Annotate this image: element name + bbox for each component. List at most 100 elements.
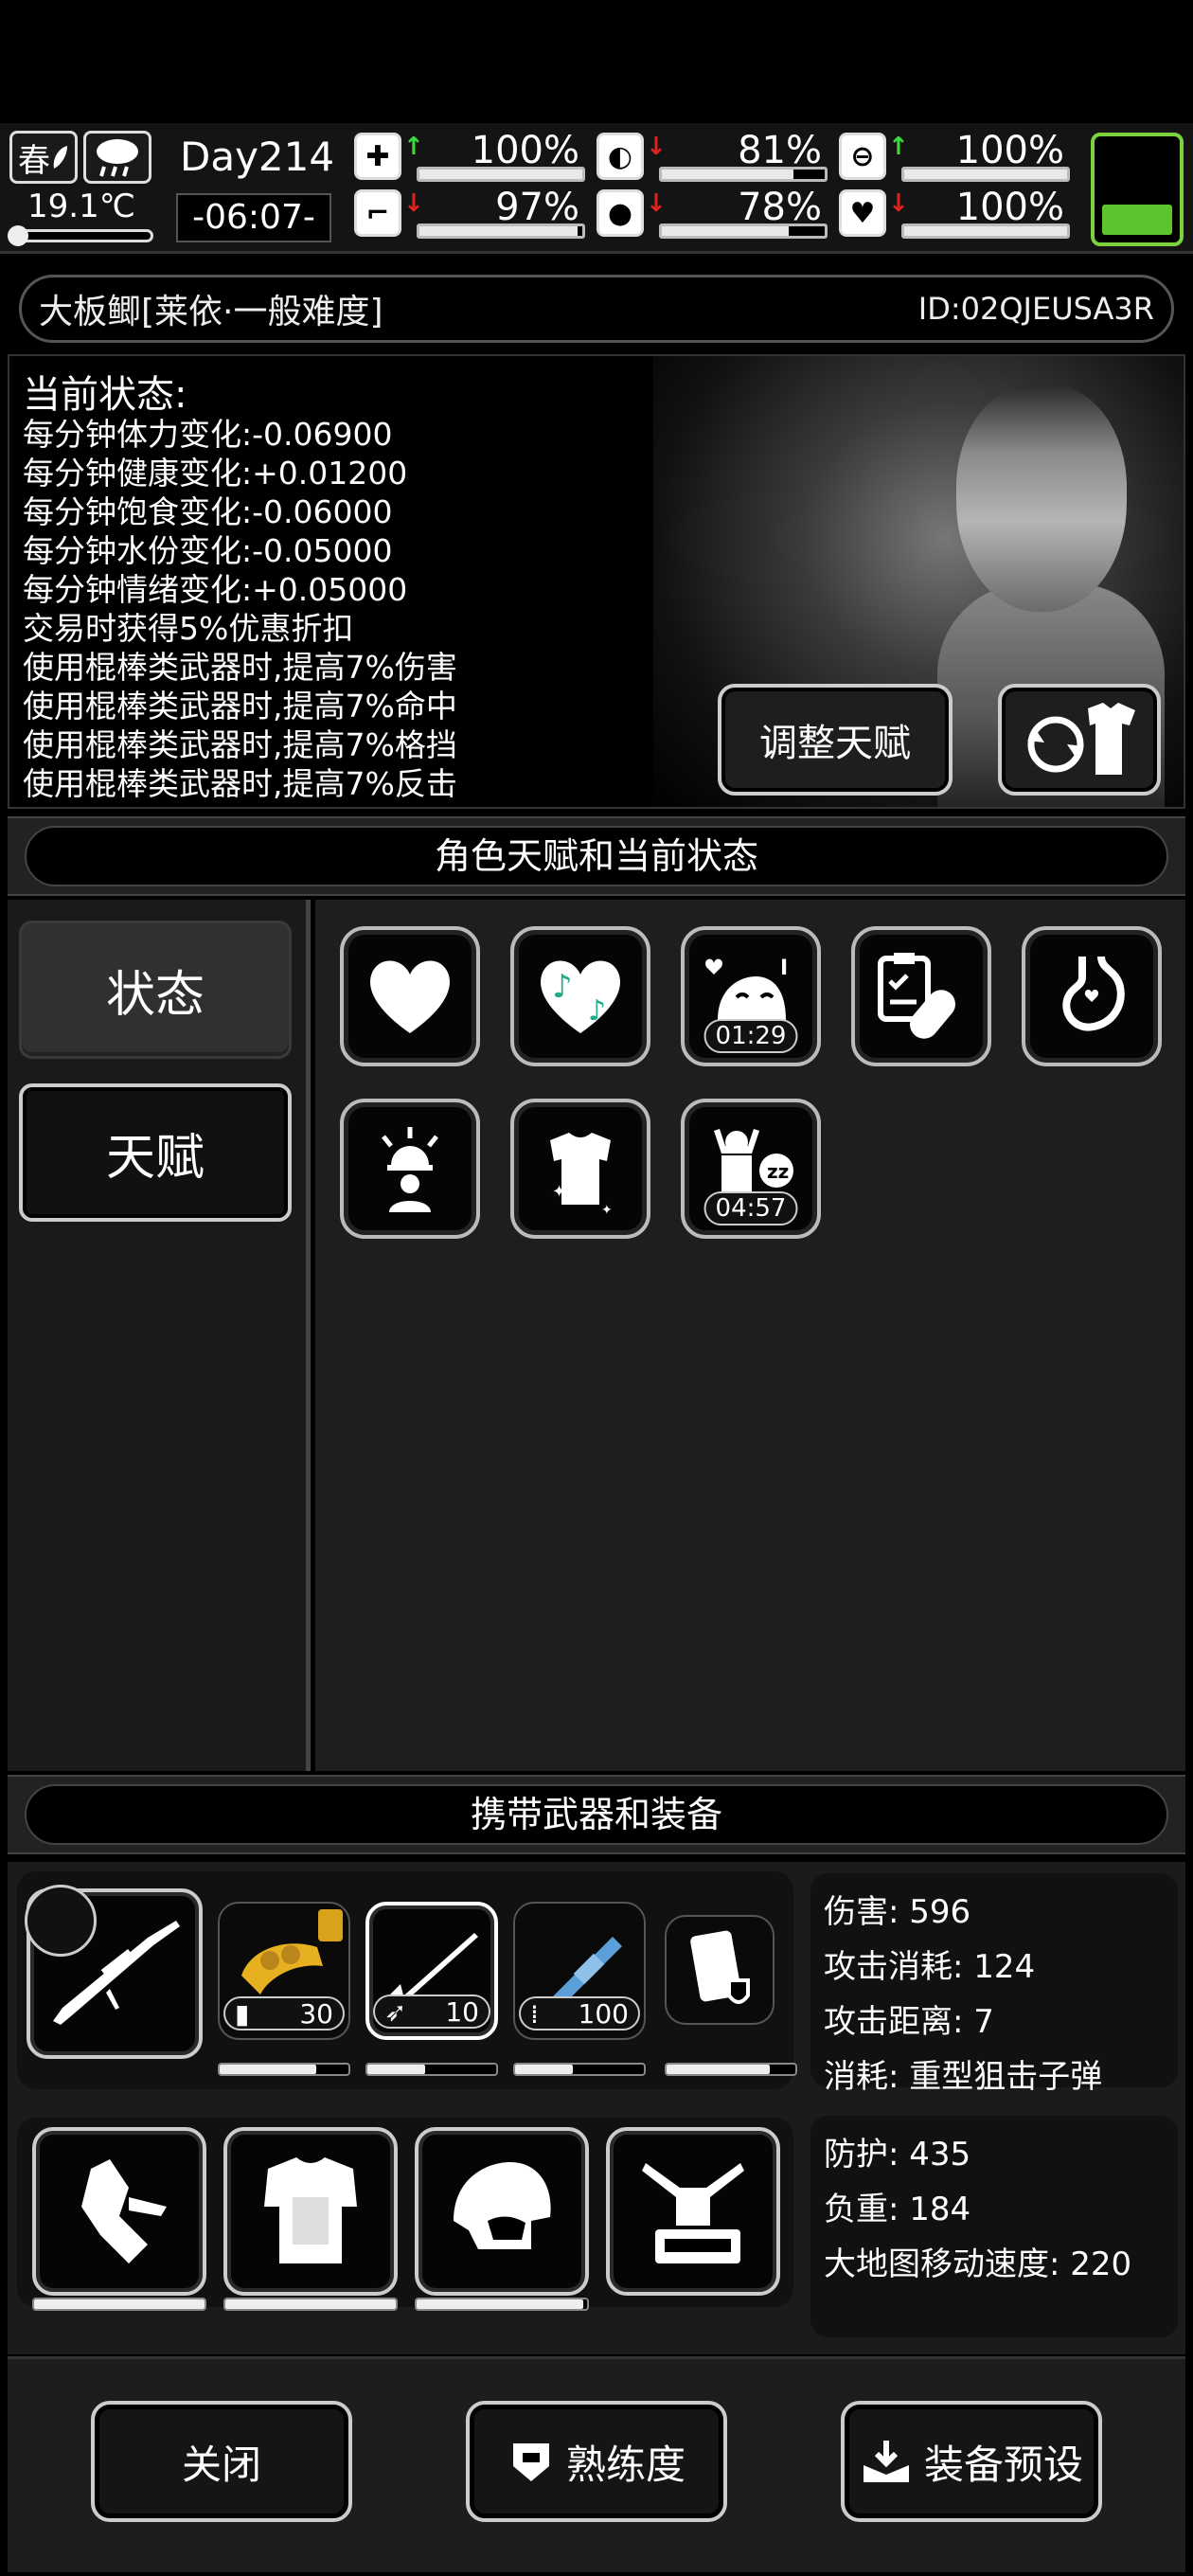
stat-stamina-bar: [417, 224, 585, 239]
weapon-slot-shield[interactable]: [665, 1915, 775, 2025]
stat-health: ✚ ↑ 100%: [354, 129, 585, 182]
foot-icon: ⌐: [354, 189, 401, 237]
ammo-count-value: 100: [578, 1997, 629, 2030]
durability-bar: [365, 2063, 498, 2076]
tab-status[interactable]: 状态: [19, 921, 292, 1059]
music-heart-icon[interactable]: ♪ ♪: [510, 926, 650, 1066]
stat-mood: ⊖ ↑ 100%: [839, 129, 1070, 182]
season-indicator: 春: [9, 131, 78, 184]
weapon-slots: ▮ 30 ➶ 10 ⁞ 100: [17, 1871, 797, 2089]
alarm-person-icon[interactable]: [340, 1099, 480, 1239]
attack-range-stat: 攻击距离: 7: [824, 2003, 994, 2041]
battery-icon: [1091, 133, 1184, 246]
medicine-icon[interactable]: [851, 926, 991, 1066]
ammo-count: ⁞ 100: [519, 1996, 640, 2030]
bullets-icon: ⁞: [530, 1997, 539, 2030]
character-name: 大板鲫[莱依·一般难度]: [39, 293, 383, 331]
talent-section-title: 角色天赋和当前状态: [25, 826, 1168, 886]
character-id: ID:02QJEUSA3R: [917, 291, 1154, 327]
stat-health-bar: [417, 167, 585, 182]
stomach-icon[interactable]: [1022, 926, 1162, 1066]
status-line: 使用棍棒类武器时,提高7%反击: [23, 765, 457, 802]
status-line: 交易时获得5%优惠折扣: [23, 610, 354, 647]
helmet-icon: [454, 2162, 551, 2249]
sleep-person-icon[interactable]: zz 04:57: [681, 1099, 821, 1239]
badge-icon: [318, 1909, 343, 1941]
durability-bar: [223, 2298, 398, 2311]
stomach-icon: ◐: [596, 133, 644, 180]
armor-slot-gloves[interactable]: [32, 2127, 206, 2296]
arrow-down-icon: ↓: [403, 189, 424, 218]
body-armor-icon: [264, 2157, 357, 2263]
clean-shirt-icon[interactable]: ✦ ✦: [510, 1099, 650, 1239]
download-box-icon: [863, 2441, 909, 2482]
change-outfit-button[interactable]: [998, 684, 1161, 796]
durability-bar: [513, 2063, 646, 2076]
stat-water-bar: [659, 224, 828, 239]
armor-slot-body[interactable]: [223, 2127, 398, 2296]
arrow-up-icon: ↑: [403, 133, 424, 161]
map-speed-stat: 大地图移动速度: 220: [824, 2245, 1132, 2283]
armor-slots: [17, 2118, 793, 2311]
happy-face-icon[interactable]: I 01:29: [681, 926, 821, 1066]
weapon-slot-minigun[interactable]: ⁞ 100: [513, 1902, 646, 2040]
status-line: 使用棍棒类武器时,提高7%命中: [23, 688, 457, 724]
armor-slot-helmet[interactable]: [415, 2127, 589, 2296]
svg-text:I: I: [780, 957, 788, 980]
armor-slot-backpack[interactable]: [606, 2127, 780, 2296]
durability-bar: [32, 2298, 206, 2311]
defense-stat: 防护: 435: [824, 2136, 971, 2174]
load-stat: 负重: 184: [824, 2191, 971, 2228]
water-drop-icon: ●: [596, 189, 644, 237]
talent-section-header: 角色天赋和当前状态: [8, 816, 1185, 896]
damage-stat: 伤害: 596: [824, 1893, 971, 1931]
weapon-info: 伤害: 596 攻击消耗: 124 攻击距离: 7 消耗: 重型狙击子弹: [810, 1873, 1178, 2096]
ammo-count-value: 30: [299, 1997, 333, 2030]
rain-cloud-icon: [83, 131, 151, 184]
stat-water: ● ↓ 78%: [596, 186, 828, 239]
svg-text:zz: zz: [767, 1160, 789, 1183]
glove-icon: [81, 2159, 167, 2263]
day-counter: Day214: [180, 134, 335, 180]
medal-icon: [512, 2443, 549, 2481]
fire-mode-icon: [25, 1885, 97, 1957]
status-timer: 01:29: [703, 1019, 798, 1053]
durability-bar: [415, 2298, 589, 2311]
weapon-slot-spear[interactable]: ➶ 10: [365, 1902, 498, 2040]
stat-hunger-bar: [659, 167, 828, 182]
status-line: 每分钟情绪变化:+0.05000: [23, 571, 408, 608]
ammo-count: ▮ 30: [223, 1996, 345, 2030]
tab-talent[interactable]: 天赋: [19, 1083, 292, 1222]
heart-icon[interactable]: [340, 926, 480, 1066]
bottom-action-bar: 关闭 熟练度 装备预设: [8, 2356, 1185, 2572]
durability-bar: [665, 2063, 797, 2076]
bottle-icon: ▮: [235, 1997, 250, 2030]
arrow-down-icon: ↓: [646, 189, 667, 218]
tab-panel: 状态 天赋: [8, 900, 311, 1771]
close-button[interactable]: 关闭: [91, 2401, 352, 2522]
status-title: 当前状态:: [23, 373, 187, 417]
equipment-preset-button[interactable]: 装备预设: [841, 2401, 1102, 2522]
svg-text:♪: ♪: [552, 968, 573, 1006]
game-clock: -06:07-: [176, 193, 331, 242]
character-name-bar: 大板鲫[莱依·一般难度] ID:02QJEUSA3R: [19, 275, 1174, 343]
weapon-slot-knuckles[interactable]: ▮ 30: [218, 1902, 350, 2040]
status-line: 每分钟健康变化:+0.01200: [23, 455, 408, 492]
proficiency-button[interactable]: 熟练度: [466, 2401, 727, 2522]
spear-ammo-icon: ➶: [384, 1995, 407, 2028]
leaf-icon: [53, 146, 67, 169]
preset-button-label: 装备预设: [923, 2441, 1083, 2488]
status-line: 使用棍棒类武器时,提高7%格挡: [23, 726, 457, 763]
svg-text:✦: ✦: [601, 1203, 613, 1216]
stat-spirit: ♥ ↓ 100%: [839, 186, 1070, 239]
season-label: 春: [18, 141, 50, 180]
adjust-talent-button[interactable]: 调整天赋: [718, 684, 953, 796]
svg-text:♪: ♪: [588, 994, 606, 1028]
equip-section-title: 携带武器和装备: [25, 1784, 1168, 1845]
equipment-area: ▮ 30 ➶ 10 ⁞ 100 伤害: 596 攻击消耗: 124 攻击距离: 7 消…: [8, 1862, 1185, 2354]
arrow-down-icon: ↓: [646, 133, 667, 161]
weapon-slot-sniper[interactable]: [25, 1885, 203, 2059]
thermometer-bar: [11, 229, 153, 242]
status-line: 每分钟体力变化:-0.06900: [23, 416, 393, 453]
close-button-label: 关闭: [181, 2441, 261, 2488]
